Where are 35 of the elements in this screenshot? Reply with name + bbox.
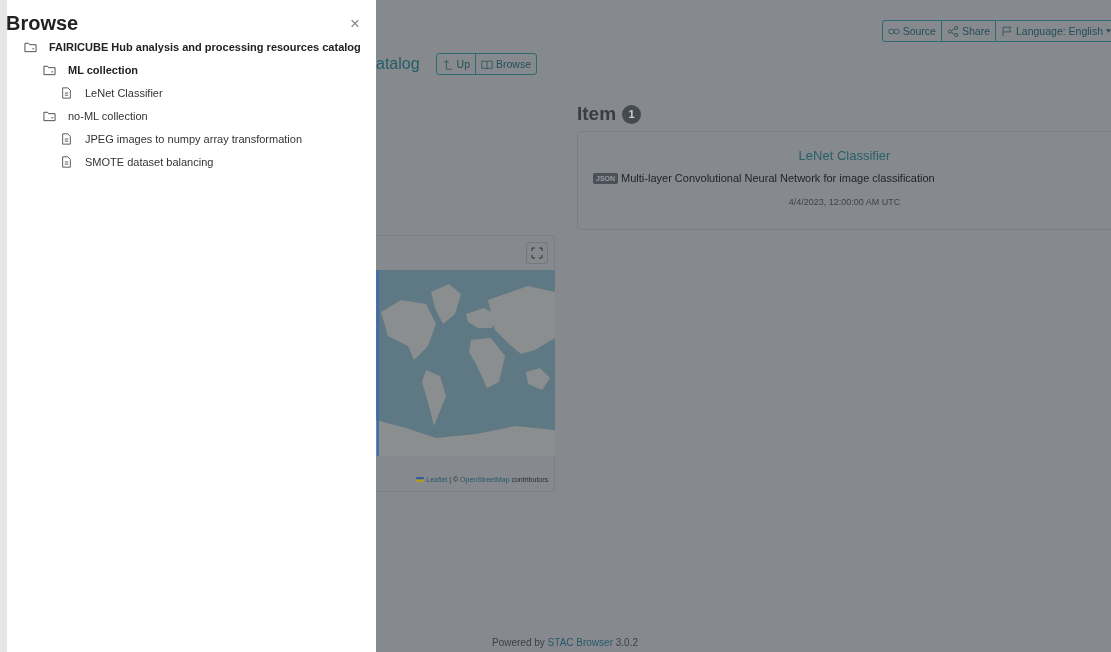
fullscreen-button[interactable] <box>526 242 548 264</box>
up-arrow-icon <box>441 58 454 70</box>
count-badge: 1 <box>622 104 642 124</box>
folder-icon <box>43 63 56 76</box>
sidebar-title: Browse <box>6 12 79 35</box>
tree-item[interactable]: FAIRICUBE Hub analysis and processing resources catalog <box>7 35 376 58</box>
tree-item[interactable]: JPEG images to numpy array transformation <box>7 127 376 150</box>
flag-icon <box>416 477 425 482</box>
fullscreen-icon <box>531 247 543 259</box>
tree-item[interactable]: no-ML collection <box>7 104 376 127</box>
book-icon <box>481 58 494 70</box>
item-description: Multi-layer Convolutional Neural Network for image classification <box>621 172 935 184</box>
section-heading: Item <box>577 103 617 125</box>
tree-item[interactable]: LeNet Classifier <box>7 81 376 104</box>
nav-button[interactable]: Up <box>436 54 476 74</box>
flag-icon <box>1001 25 1013 37</box>
folder-icon <box>43 109 56 122</box>
file-icon <box>60 86 73 99</box>
catalog-title: atalog <box>376 55 420 73</box>
file-icon <box>60 132 73 145</box>
item-date: 4/4/2023, 12:00:00 AM UTC <box>788 197 901 207</box>
share-icon <box>946 25 959 37</box>
caret-icon <box>1106 29 1111 33</box>
close-button[interactable]: × <box>350 13 360 34</box>
file-icon <box>60 155 73 168</box>
stac-browser-link[interactable]: STAC Browser <box>547 637 613 648</box>
tree-item[interactable]: ML collection <box>7 58 376 81</box>
toolbar-button[interactable]: Source <box>882 21 941 41</box>
folder-icon <box>24 40 37 53</box>
item-title-link[interactable]: LeNet Classifier <box>798 148 891 163</box>
footer-text: Powered by STAC Browser 3.0.2 <box>492 637 638 648</box>
toolbar-button[interactable]: Share <box>940 21 995 41</box>
toolbar-button[interactable]: Language: English <box>995 21 1111 41</box>
tree-item[interactable]: SMOTE dataset balancing <box>7 150 376 173</box>
nav-button[interactable]: Browse <box>475 54 537 74</box>
